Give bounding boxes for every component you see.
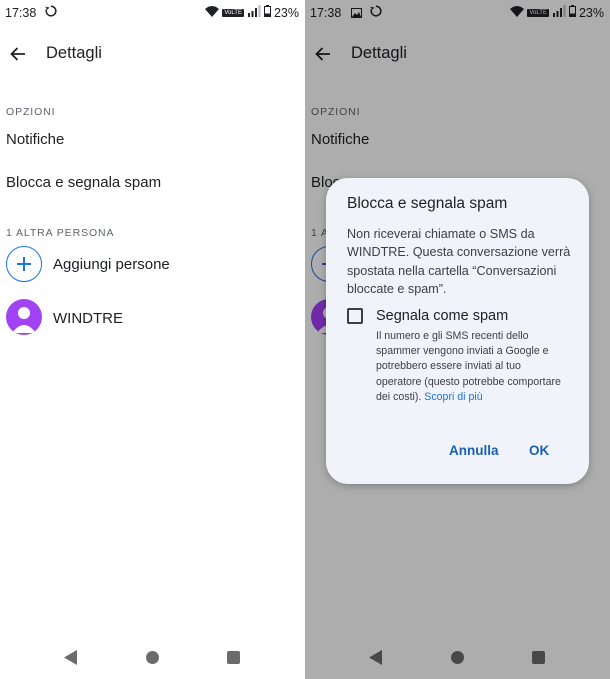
nav-back-icon[interactable] — [64, 650, 78, 670]
cancel-button[interactable]: Annulla — [449, 443, 499, 458]
nav-home-icon[interactable] — [146, 651, 159, 664]
battery-percent: 23% — [273, 5, 299, 20]
page-title: Dettagli — [46, 44, 102, 62]
nav-recents-icon[interactable] — [227, 651, 240, 664]
signal-icon — [247, 5, 261, 20]
details-screen: 17:38 VoLTE 23% Dettagli OPZIONI Notific… — [0, 0, 305, 679]
people-section-label: 1 ALTRA PERSONA — [6, 227, 115, 239]
ok-button[interactable]: OK — [529, 443, 549, 458]
block-spam-item[interactable]: Blocca e segnala spam — [6, 174, 161, 191]
add-icon — [17, 257, 31, 271]
system-nav-bar — [0, 645, 305, 671]
dialog-body: Non riceverai chiamate o SMS da WINDTRE.… — [347, 227, 571, 296]
contact-name[interactable]: WINDTRE — [53, 310, 123, 327]
block-spam-dialog: Blocca e segnala spam Non riceverai chia… — [326, 178, 589, 484]
app-bar: Dettagli — [0, 38, 305, 70]
sync-icon — [44, 4, 58, 21]
status-bar: 17:38 VoLTE 23% — [0, 0, 305, 26]
report-spam-checkbox[interactable] — [347, 308, 363, 324]
dialog-title: Blocca e segnala spam — [347, 195, 508, 212]
person-icon — [12, 307, 36, 333]
report-spam-label[interactable]: Segnala come spam — [376, 308, 508, 324]
back-arrow-icon[interactable] — [6, 42, 30, 66]
add-people-label[interactable]: Aggiungi persone — [53, 256, 170, 273]
avatar — [6, 299, 42, 335]
add-people-button[interactable] — [6, 246, 42, 282]
notifications-item[interactable]: Notifiche — [6, 131, 64, 148]
battery-icon — [263, 5, 271, 20]
status-time: 17:38 — [5, 6, 37, 20]
details-screen-with-dialog: 17:38 VoLTE 23% Dettagli OPZIONI Notific… — [305, 0, 610, 679]
report-spam-description: Il numero e gli SMS recenti dello spamme… — [376, 329, 561, 405]
wifi-icon — [205, 5, 220, 20]
options-section-label: OPZIONI — [6, 106, 56, 118]
volte-icon: VoLTE — [222, 8, 244, 17]
learn-more-link[interactable]: Scopri di più — [424, 391, 482, 403]
